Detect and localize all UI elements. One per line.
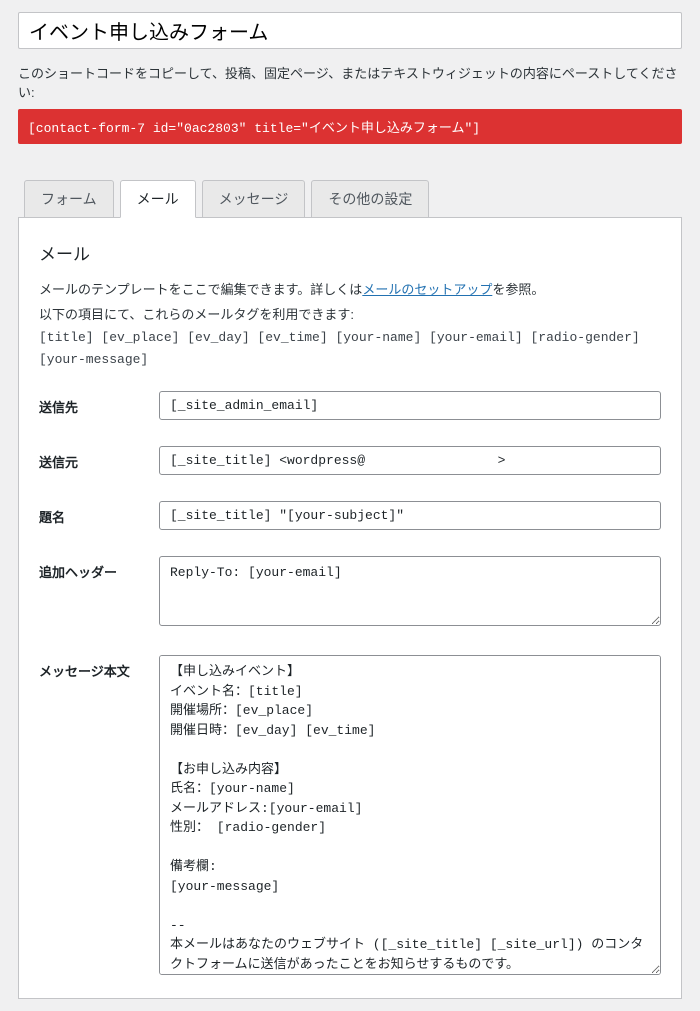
tab-mail[interactable]: メール <box>120 180 196 218</box>
panel-desc-pre: メールのテンプレートをここで編集できます。詳しくは <box>39 282 362 297</box>
textarea-mail-body[interactable] <box>159 655 661 975</box>
input-mail-subject[interactable] <box>159 501 661 530</box>
panel-description: メールのテンプレートをここで編集できます。詳しくはメールのセットアップを参照。 <box>39 279 661 298</box>
tab-form[interactable]: フォーム <box>24 180 114 218</box>
input-mail-from[interactable] <box>159 446 661 475</box>
tab-bar: フォーム メール メッセージ その他の設定 <box>18 180 682 218</box>
panel-heading: メール <box>39 240 661 265</box>
input-mail-to[interactable] <box>159 391 661 420</box>
label-mail-to: 送信先 <box>39 391 145 420</box>
label-mail-body: メッセージ本文 <box>39 655 145 978</box>
label-mail-subject: 題名 <box>39 501 145 530</box>
tab-messages[interactable]: メッセージ <box>202 180 306 218</box>
mailtags-list: [title] [ev_place] [ev_day] [ev_time] [y… <box>39 327 661 371</box>
tab-additional-settings[interactable]: その他の設定 <box>311 180 429 218</box>
label-mail-from: 送信元 <box>39 446 145 475</box>
mail-panel: メール メールのテンプレートをここで編集できます。詳しくはメールのセットアップを… <box>18 217 682 999</box>
form-title-input[interactable] <box>18 12 682 49</box>
textarea-mail-headers[interactable] <box>159 556 661 626</box>
panel-desc-post: を参照。 <box>492 282 544 297</box>
label-mail-headers: 追加ヘッダー <box>39 556 145 629</box>
shortcode-description: このショートコードをコピーして、投稿、固定ページ、またはテキストウィジェットの内… <box>18 63 682 101</box>
shortcode-box[interactable]: [contact-form-7 id="0ac2803" title="イベント… <box>18 109 682 144</box>
mail-setup-link[interactable]: メールのセットアップ <box>362 282 492 297</box>
mailtags-label: 以下の項目にて、これらのメールタグを利用できます: <box>39 304 661 323</box>
